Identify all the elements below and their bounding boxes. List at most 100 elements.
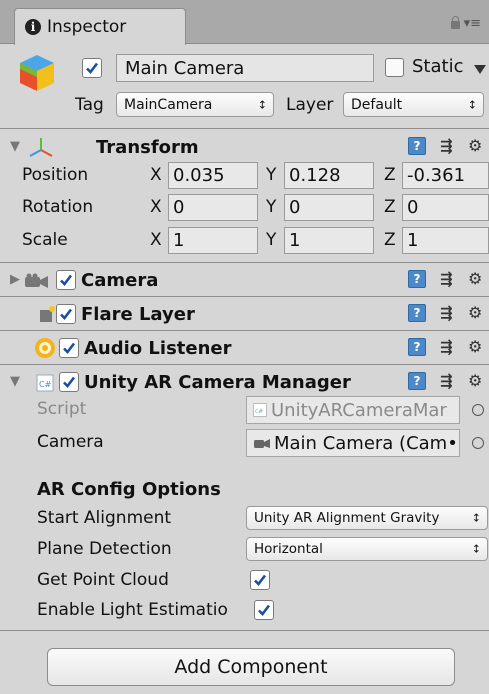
static-dropdown-arrow[interactable] [474,65,486,74]
camera-icon [25,273,48,288]
scale-z-field[interactable]: 1 [402,227,489,254]
tab-bar: i Inspector ▾≡ [0,0,489,45]
plane-detection-value: Horizontal [254,541,323,557]
preset-icon[interactable]: ⇶ [440,372,453,390]
position-z-field[interactable]: -0.361 [402,162,489,189]
gear-icon[interactable]: ⚙ [468,136,482,155]
divider [0,262,489,263]
axis-x-label: X [150,230,162,250]
gear-icon[interactable]: ⚙ [468,269,482,288]
gameobject-header: Main Camera Static Tag MainCamera ↕ Layer… [0,45,489,127]
camera-enabled-checkbox[interactable] [56,270,76,290]
gear-icon[interactable]: ⚙ [468,371,482,390]
static-label: Static [412,56,464,77]
script-field: c# UnityARCameraMar [246,396,460,424]
active-checkbox[interactable] [82,58,102,78]
divider [0,128,489,129]
rotation-z-field[interactable]: 0 [402,194,489,221]
camera-title: Camera [81,270,159,291]
position-x-field[interactable]: 0.035 [168,162,258,189]
flare-layer-component-header[interactable]: Flare Layer ? ⇶ ⚙ [0,299,489,329]
audio-listener-enabled-checkbox[interactable] [59,338,79,358]
ar-camera-manager-header[interactable]: ▼ C# Unity AR Camera Manager ? ⇶ ⚙ [0,367,489,397]
dropdown-arrow-icon: ↕ [467,98,477,111]
tag-value: MainCamera [124,96,213,113]
gear-icon[interactable]: ⚙ [468,303,482,322]
get-point-cloud-checkbox[interactable] [250,570,270,590]
rotation-x-field[interactable]: 0 [168,194,258,221]
enable-light-estimation-label: Enable Light Estimatio [37,600,228,620]
camera-component-header[interactable]: ▶ Camera ? ⇶ ⚙ [0,265,489,295]
help-icon[interactable]: ? [408,137,426,155]
axis-z-label: Z [384,165,396,185]
rotation-label: Rotation [22,197,94,217]
start-alignment-label: Start Alignment [37,508,172,528]
ar-camera-manager-enabled-checkbox[interactable] [59,372,79,392]
help-icon[interactable]: ? [408,304,426,322]
tag-dropdown[interactable]: MainCamera ↕ [116,92,274,117]
info-icon: i [25,19,41,35]
layer-value: Default [351,96,403,113]
svg-text:C#: C# [39,380,52,389]
audio-listener-title: Audio Listener [84,338,232,359]
position-y-field[interactable]: 0.128 [284,162,374,189]
divider [0,364,489,365]
ar-camera-manager-title: Unity AR Camera Manager [84,372,351,393]
camera-label: Camera [37,432,104,452]
axis-z-label: Z [384,197,396,217]
dropdown-arrow-icon: ↕ [471,542,481,556]
axis-x-label: X [150,197,162,217]
script-value: UnityARCameraMar [271,399,447,421]
divider [0,296,489,297]
fold-closed-icon[interactable]: ▶ [10,272,20,287]
csharp-script-icon: c# [253,403,267,417]
axis-y-label: Y [266,165,277,185]
name-field[interactable]: Main Camera [116,54,374,82]
divider [0,330,489,331]
tag-label: Tag [75,95,104,115]
axis-z-label: Z [384,230,396,250]
preset-icon[interactable]: ⇶ [440,137,453,155]
flare-layer-icon [40,306,55,322]
preset-icon[interactable]: ⇶ [440,270,453,288]
script-label: Script [37,399,87,419]
start-alignment-value: Unity AR Alignment Gravity [254,510,440,526]
help-icon[interactable]: ? [408,338,426,356]
object-picker-icon[interactable] [472,437,484,449]
flare-layer-enabled-checkbox[interactable] [56,304,76,324]
audio-listener-icon [35,338,55,358]
rotation-y-field[interactable]: 0 [284,194,374,221]
audio-listener-component-header[interactable]: Audio Listener ? ⇶ ⚙ [0,333,489,363]
help-icon[interactable]: ? [408,372,426,390]
plane-detection-dropdown[interactable]: Horizontal ↕ [246,537,488,561]
layer-dropdown[interactable]: Default ↕ [343,92,484,117]
transform-title: Transform [96,137,199,158]
tab-title: Inspector [47,17,127,37]
enable-light-estimation-checkbox[interactable] [254,600,274,620]
plane-detection-label: Plane Detection [37,539,172,559]
help-icon[interactable]: ? [408,270,426,288]
scale-x-field[interactable]: 1 [168,227,258,254]
start-alignment-dropdown[interactable]: Unity AR Alignment Gravity ↕ [246,506,488,530]
preset-icon[interactable]: ⇶ [440,338,453,356]
transform-header[interactable]: ▼ Transform ? ⇶ ⚙ [0,132,489,162]
object-picker-icon[interactable] [472,404,484,416]
static-checkbox[interactable] [385,58,404,77]
camera-field[interactable]: Main Camera (Cam• [246,429,460,457]
fold-open-icon[interactable]: ▼ [10,374,20,389]
dropdown-arrow-icon: ↕ [471,511,481,525]
add-component-button[interactable]: Add Component [47,648,455,686]
layer-label: Layer [286,95,334,115]
tab-inspector[interactable]: i Inspector [14,8,186,45]
scale-y-field[interactable]: 1 [284,227,374,254]
transform-axes-icon [29,138,53,157]
lock-icon[interactable] [450,16,460,29]
ar-config-options-heading: AR Config Options [37,479,221,500]
tab-options: ▾≡ [450,16,481,31]
fold-open-icon[interactable]: ▼ [10,139,20,154]
gear-icon[interactable]: ⚙ [468,337,482,356]
divider [0,630,489,631]
preset-icon[interactable]: ⇶ [440,304,453,322]
csharp-script-icon: C# [36,374,54,392]
menu-icon[interactable]: ▾≡ [464,16,481,31]
